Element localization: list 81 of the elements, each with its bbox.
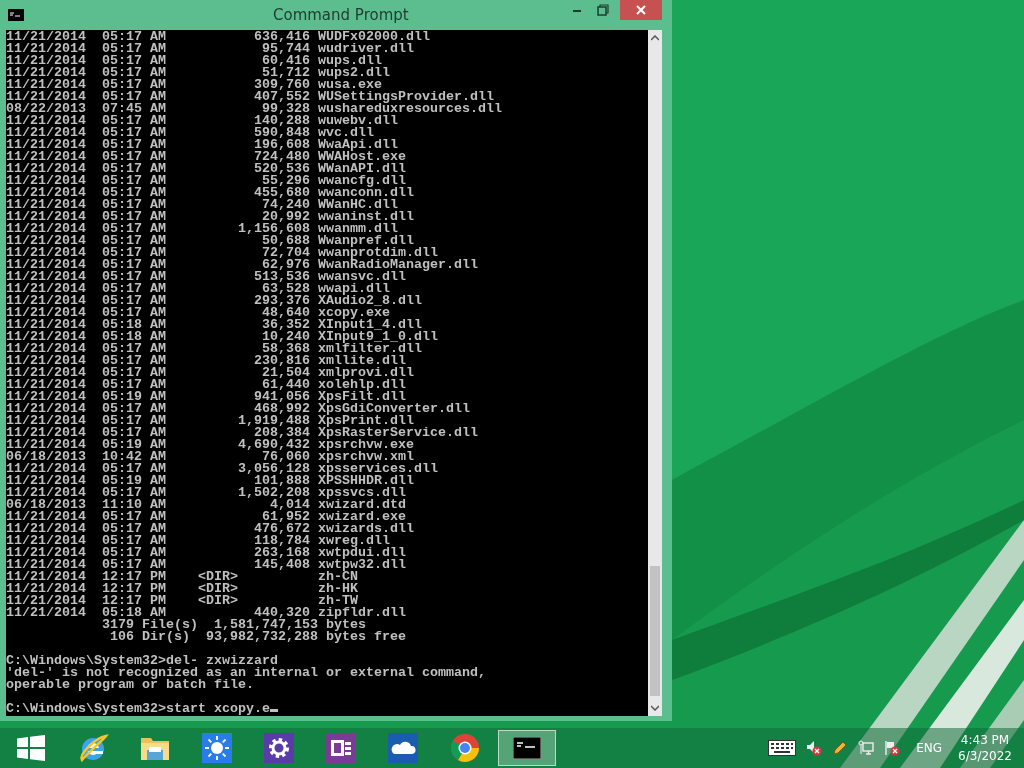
console-line: 11/21/2014 12:17 PM <DIR> zh-HK <box>6 583 359 595</box>
console-line: 3179 File(s) 1,581,747,153 bytes <box>100 619 366 631</box>
console-line: 11/21/2014 05:17 AM 140,288 wuwebv.dll <box>6 115 399 127</box>
sun-icon[interactable] <box>202 733 232 763</box>
console-line: 11/21/2014 05:17 AM 513,536 wwansvc.dll <box>6 271 406 283</box>
console-line: 11/21/2014 05:19 AM 101,888 XPSSHHDR.dll <box>6 475 414 487</box>
network-icon[interactable] <box>858 740 875 756</box>
console-line: 11/21/2014 05:17 AM 95,744 wudriver.dll <box>6 43 415 55</box>
console-line: 11/21/2014 05:17 AM 61,952 xwizard.exe <box>6 511 406 523</box>
scroll-up-icon[interactable] <box>651 35 659 41</box>
console-line: 11/21/2014 05:17 AM 196,608 WwaApi.dll <box>6 139 398 151</box>
restore-icon[interactable] <box>597 4 609 16</box>
console-line: 11/21/2014 05:17 AM 455,680 wwanconn.dll <box>6 187 415 199</box>
console-line: 11/21/2014 05:17 AM 74,240 WWanHC.dll <box>6 199 398 211</box>
console-line: 08/22/2013 07:45 AM 99,328 wushareduxresources.dll <box>6 103 503 115</box>
console-line: 11/21/2014 05:17 AM 309,760 wusa.exe <box>6 79 382 91</box>
console-line: 11/21/2014 12:17 PM <DIR> zh-CN <box>6 571 358 583</box>
console-line: 11/21/2014 05:17 AM 50,688 Wwanpref.dll <box>6 235 414 247</box>
console-line: 11/21/2014 05:17 AM 63,528 wwapi.dll <box>6 283 390 295</box>
taskbar-button[interactable] <box>498 730 556 766</box>
muted-speaker-icon[interactable] <box>806 740 823 756</box>
console-line: 'del-' is not recognized as an internal or external command, <box>6 667 487 679</box>
console-line: 11/21/2014 05:17 AM 1,502,208 xpssvcs.dll <box>6 487 407 499</box>
console-line: 11/21/2014 05:17 AM 62,976 WwanRadioManager.dll <box>6 259 479 271</box>
console-line: 11/21/2014 05:18 AM 36,352 XInput1_4.dll <box>6 319 422 331</box>
console-line: 06/18/2013 11:10 AM 4,014 xwizard.dtd <box>6 499 407 511</box>
console-line: C:\Windows\System32>del- zxwizzard <box>6 655 278 667</box>
console-line: 11/21/2014 05:19 AM 941,056 XpsFilt.dll <box>6 391 406 403</box>
console-line: 11/21/2014 05:17 AM 407,552 WUSettingsProvider.dll <box>6 91 494 103</box>
console-line: 11/21/2014 05:17 AM 263,168 xwtpdui.dll <box>6 547 407 559</box>
console-line: 11/21/2014 05:17 AM 1,156,608 wwanmm.dll <box>6 223 398 235</box>
scrollbar[interactable] <box>648 30 662 716</box>
console-line: 11/21/2014 05:17 AM 476,672 xwizards.dll <box>6 523 415 535</box>
language-indicator[interactable]: ENG <box>916 741 943 755</box>
terminal-icon[interactable] <box>513 737 541 759</box>
console-line: 11/21/2014 05:17 AM 145,408 xwtpw32.dll <box>6 559 407 571</box>
console-line: 11/21/2014 05:17 AM 48,640 xcopy.exe <box>6 307 390 319</box>
console-line: 11/21/2014 05:17 AM 724,480 WWAHost.exe <box>6 151 407 163</box>
console-line: 11/21/2014 05:17 AM 60,416 wups.dll <box>6 55 382 67</box>
console-line: 11/21/2014 05:17 AM 20,992 wwaninst.dll <box>6 211 415 223</box>
console-line: 11/21/2014 05:17 AM 58,368 xmlfilter.dll <box>6 343 422 355</box>
console-line: 11/21/2014 05:18 AM 10,240 XInput9_1_0.dll <box>6 331 439 343</box>
window-title: Command Prompt <box>273 6 409 24</box>
terminal-icon <box>8 9 24 21</box>
console-line: 11/21/2014 05:17 AM 72,704 wwanprotdim.dll <box>6 247 438 259</box>
console-line: C:\Windows\System32>start xcopy.e <box>6 703 648 715</box>
console-line: 11/21/2014 05:17 AM 55,296 wwancfg.dll <box>6 175 406 187</box>
console-line: 11/21/2014 05:17 AM 468,992 XpsGdiConverter.dll <box>6 403 471 415</box>
scroll-down-icon[interactable] <box>651 705 659 711</box>
console-line: 11/21/2014 05:17 AM 590,848 wvc.dll <box>6 127 374 139</box>
console-line: 11/21/2014 05:17 AM 520,536 WWanAPI.dll <box>6 163 407 175</box>
console-line: 11/21/2014 05:17 AM 1,919,488 XpsPrint.dll <box>6 415 414 427</box>
keyboard-icon[interactable] <box>768 740 797 756</box>
close-button[interactable] <box>620 0 662 20</box>
console-line: 11/21/2014 05:17 AM 3,056,128 xpsservices.dll <box>6 463 439 475</box>
clock-time[interactable]: 4:43 PM <box>960 732 1010 748</box>
console-line: 11/21/2014 05:17 AM 230,816 xmllite.dll <box>6 355 406 367</box>
windows-logo-icon[interactable] <box>17 735 45 761</box>
notebook-icon[interactable] <box>326 733 356 763</box>
pen-icon[interactable] <box>832 740 849 756</box>
console-line: 11/21/2014 12:17 PM <DIR> zh-TW <box>6 595 358 607</box>
console-line: 11/21/2014 05:17 AM 61,440 xolehlp.dll <box>6 379 406 391</box>
console-line: 11/21/2014 05:17 AM 21,504 xmlprovi.dll <box>6 367 415 379</box>
gear-icon[interactable] <box>264 733 294 763</box>
clock-date[interactable]: 6/3/2022 <box>958 748 1012 764</box>
ring-browser-icon[interactable] <box>450 733 480 763</box>
console-line: 106 Dir(s) 93,982,732,288 bytes free <box>108 631 407 643</box>
close-icon[interactable] <box>635 4 647 16</box>
console-line: 11/21/2014 05:17 AM 636,416 WUDFx02000.dll <box>6 31 431 43</box>
console-line: 11/21/2014 05:17 AM 293,376 XAudio2_8.dll <box>6 295 423 307</box>
browser-icon[interactable] <box>77 732 109 764</box>
console-line: 11/21/2014 05:17 AM 51,712 wups2.dll <box>6 67 391 79</box>
console-line: 11/21/2014 05:19 AM 4,690,432 xpsrchvw.exe <box>6 439 414 451</box>
console-line: 11/21/2014 05:17 AM 208,384 XpsRasterService.dll <box>6 427 479 439</box>
flag-icon[interactable] <box>884 740 901 756</box>
console-line: 11/21/2014 05:17 AM 118,784 xwreg.dll <box>6 535 390 547</box>
cloud-icon[interactable] <box>388 733 418 763</box>
console-line: 11/21/2014 05:18 AM 440,320 zipfldr.dll <box>6 607 407 619</box>
console-line: 06/18/2013 10:42 AM 76,060 xpsrchvw.xml <box>6 451 414 463</box>
console-line: operable program or batch file. <box>6 679 255 691</box>
scroll-thumb[interactable] <box>650 566 660 696</box>
